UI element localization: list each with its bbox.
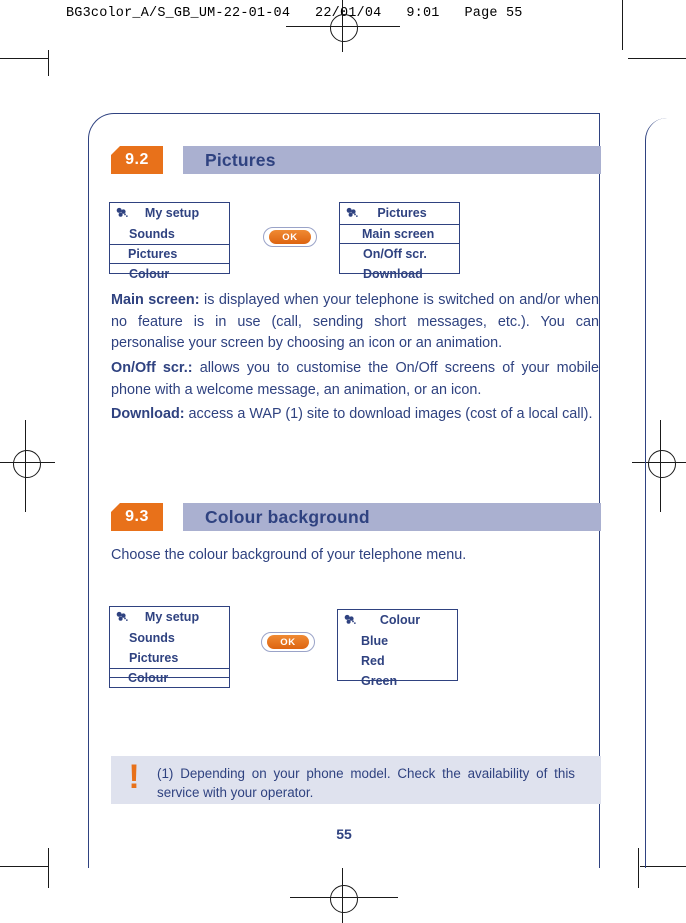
section-title-bar: Colour background [183, 503, 601, 531]
menu-item[interactable]: Sounds [110, 628, 229, 648]
screen-title-bar: My setup [110, 203, 229, 222]
paragraph-lead: Download: [111, 406, 185, 422]
menu-item-selected[interactable]: Main screen [339, 224, 460, 244]
registration-left-circle [13, 450, 41, 478]
footnote-body: Depending on your phone model. Check the… [157, 766, 575, 800]
menu-item[interactable]: Blue [338, 631, 457, 651]
paragraph-colour-intro: Choose the colour background of your tel… [111, 545, 599, 567]
my-setup-icon [116, 207, 128, 217]
screen-title-bar: Pictures [340, 203, 459, 222]
manual-page: 9.2 Pictures My setup Sounds Pictures Co… [88, 113, 601, 868]
menu-item[interactable]: On/Off scr. [340, 244, 459, 264]
section-header-9-3: 9.3 Colour background [111, 503, 601, 531]
phone-screen-my-setup-2: My setup Sounds Pictures Colour [109, 606, 230, 688]
paragraph-lead: On/Off scr.: [111, 360, 193, 376]
crop-mark-top-right-horizontal [628, 58, 686, 60]
paragraph-text: access a WAP (1) site to download images… [184, 406, 593, 422]
paragraph-text: Choose the colour background of your tel… [111, 547, 467, 563]
screen-title-bar: My setup [110, 607, 229, 626]
screen-menu-list: Sounds Pictures Colour [109, 222, 230, 287]
screen-menu-list: Main screen On/Off scr. Download [339, 222, 460, 287]
section-title: Pictures [205, 149, 276, 170]
warning-exclamation-icon: ! [128, 758, 140, 796]
paragraph-download: Download: access a WAP (1) site to downl… [111, 404, 599, 426]
phone-screen-colour: Colour Blue Red Green [337, 609, 458, 688]
section-number-badge: 9.3 [111, 503, 163, 531]
screen-title-bar: Colour [338, 610, 457, 629]
registration-top-circle [330, 14, 358, 42]
menu-item-selected[interactable]: Colour [109, 668, 230, 688]
crop-mark-top-left-horizontal [0, 58, 48, 60]
menu-item-selected[interactable]: Pictures [109, 244, 230, 264]
screen-title-label: Colour [379, 613, 421, 627]
phone-screen-my-setup-1: My setup Sounds Pictures Colour [109, 202, 230, 281]
paragraph-main-screen: Main screen: is displayed when your tele… [111, 290, 599, 355]
page-number: 55 [336, 826, 352, 842]
menu-item[interactable]: Sounds [110, 224, 229, 244]
paragraph-onoff-scr: On/Off scr.: allows you to customise the… [111, 358, 599, 401]
ok-button-label: OK [267, 635, 309, 649]
crop-mark-top-left-vertical [48, 50, 50, 76]
footnote-box: ! (1) Depending on your phone model. Che… [111, 756, 601, 804]
menu-item[interactable]: Download [340, 264, 459, 284]
crop-mark-bottom-left-horizontal [0, 866, 48, 868]
crop-mark-top-right-vertical [622, 0, 624, 50]
footnote-number: (1) [157, 766, 174, 781]
menu-item[interactable]: Colour [110, 264, 229, 284]
crop-mark-bottom-left-vertical [48, 848, 50, 888]
screen-title-label: My setup [144, 610, 200, 624]
my-setup-icon [346, 207, 358, 217]
ok-button[interactable]: OK [261, 632, 315, 652]
ok-button[interactable]: OK [263, 227, 317, 247]
menu-item[interactable]: Pictures [110, 648, 229, 668]
registration-bottom-circle [330, 885, 358, 913]
phone-screen-pictures: Pictures Main screen On/Off scr. Downloa… [339, 202, 460, 281]
screen-menu-list: Sounds Pictures Colour [109, 626, 230, 691]
crop-mark-bottom-right-vertical [638, 848, 640, 888]
screen-menu-list: Blue Red Green [338, 629, 457, 694]
print-slug-line: BG3color_A/S_GB_UM-22-01-04 22/01/04 9:0… [66, 6, 523, 21]
menu-item[interactable]: Green [338, 671, 457, 691]
section-header-9-2: 9.2 Pictures [111, 146, 601, 174]
footnote-text: (1) Depending on your phone model. Check… [157, 756, 601, 802]
section-title-bar: Pictures [183, 146, 601, 174]
screen-title-label: My setup [144, 206, 200, 220]
ok-button-label: OK [269, 230, 311, 244]
menu-item[interactable]: Red [338, 651, 457, 671]
paragraph-lead: Main screen: [111, 292, 200, 308]
spread-edge-rule [645, 118, 686, 868]
my-setup-icon [116, 611, 128, 621]
my-setup-icon [344, 614, 356, 624]
section-number-badge: 9.2 [111, 146, 163, 174]
screen-title-label: Pictures [377, 206, 427, 220]
section-title: Colour background [205, 506, 370, 527]
